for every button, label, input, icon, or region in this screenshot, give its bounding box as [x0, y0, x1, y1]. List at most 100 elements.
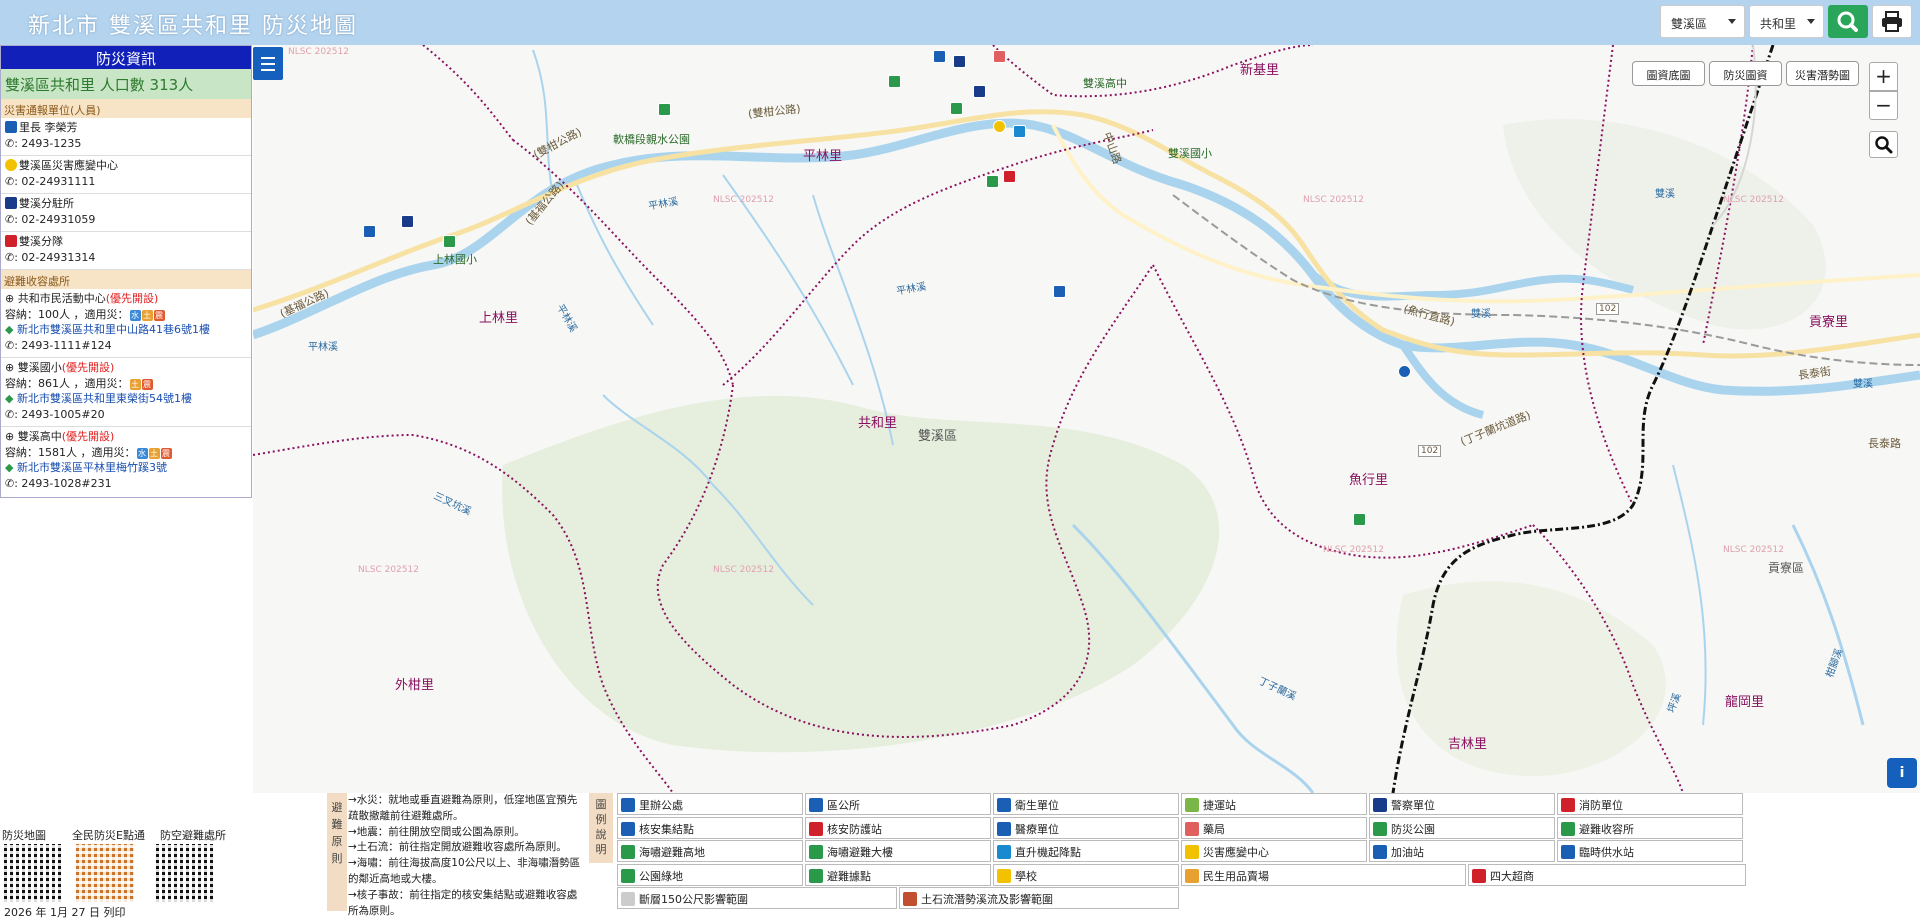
police-icon [5, 197, 17, 209]
print-date: 2026 年 1月 27 日 列印 [4, 906, 126, 919]
print-button[interactable] [1872, 5, 1912, 38]
village-label: 吉林里 [1448, 737, 1488, 752]
village-select[interactable]: 共和里 [1749, 5, 1824, 38]
district-office-icon[interactable] [933, 50, 946, 63]
shelter-icon[interactable] [1353, 513, 1366, 526]
contact-phone: : 2493-1235 [14, 137, 82, 150]
shelter-capacity: 容納：100人 ，適用災： [5, 307, 129, 321]
menu-icon [261, 63, 275, 65]
legend-item: 核安集結點 [617, 816, 803, 839]
layer-disaster-button[interactable]: 防災圖資 [1709, 61, 1782, 86]
legend-tab: 圖 例 說 明 [589, 793, 613, 863]
qr-code-image[interactable] [76, 844, 134, 902]
rules-tab: 避 難 原 則 [327, 793, 347, 911]
legend-icon [1561, 821, 1575, 836]
zoom-in-button[interactable]: + [1869, 62, 1898, 91]
emergency-center-icon[interactable] [993, 120, 1006, 133]
legend-item: 加油站 [1369, 840, 1555, 862]
pharmacy-icon[interactable] [993, 50, 1006, 63]
rule-item: →地震：前往開放空間或公園為原則。 [348, 825, 525, 838]
police-icon[interactable] [953, 55, 966, 68]
legend-label: 土石流潛勢溪流及影響範圍 [921, 893, 1053, 906]
village-office-icon[interactable] [363, 225, 376, 238]
map-canvas[interactable]: 新基里 平林里 上林里 共和里 魚行里 貢寮里 外柑里 吉林里 龍岡里 貢寮區 … [253, 45, 1920, 793]
map-pin-icon: ◆ [5, 392, 14, 405]
legend-icon [997, 798, 1011, 812]
shelter-address-link[interactable]: 新北市雙溪區共和里東榮街54號1樓 [17, 392, 192, 405]
shelter-name: 共和市民活動中心 [17, 292, 106, 305]
phone-icon: ✆ [5, 476, 15, 490]
layer-hazard-button[interactable]: 災害潛勢圖 [1786, 61, 1859, 86]
district-select[interactable]: 雙溪區 [1660, 5, 1745, 38]
legend-item: 臨時供水站 [1557, 840, 1743, 862]
shelter-name: 雙溪國小 [17, 361, 62, 374]
legend-icon [1185, 868, 1199, 883]
gas-station-icon[interactable] [1398, 365, 1411, 378]
legend-label: 警察單位 [1391, 799, 1435, 812]
info-button[interactable]: i [1887, 758, 1917, 788]
legend-item: 四大超商 [1468, 863, 1746, 886]
menu-button[interactable] [253, 47, 283, 80]
legend-icon [997, 868, 1011, 883]
search-button[interactable] [1828, 5, 1868, 38]
legend-item: 警察單位 [1369, 793, 1555, 815]
watermark: NLSC 202512 [1723, 545, 1784, 555]
population-summary: 雙溪區共和里 人口數 313人 [1, 69, 251, 99]
legend-label: 民生用品賣場 [1203, 869, 1269, 883]
tag-earthquake: 震 [153, 309, 165, 321]
legend-item: 衛生單位 [993, 793, 1179, 815]
legend-item: 土石流潛勢溪流及影響範圍 [899, 887, 1179, 909]
fire-station-icon[interactable] [1003, 170, 1016, 183]
legend-icon [621, 868, 635, 883]
shelter-icon[interactable] [443, 235, 456, 248]
legend-label: 區公所 [827, 799, 860, 812]
map-search-button[interactable] [1869, 131, 1898, 158]
rule-item: →海嘯：前往海拔高度10公尺以上、非海嘯潛勢區的鄰近高地或大樓。 [348, 857, 581, 885]
legend-label: 加油站 [1391, 846, 1424, 859]
legend-label: 直升機起降點 [1015, 846, 1081, 859]
police-icon[interactable] [973, 85, 986, 98]
route-shield: 102 [1418, 445, 1442, 457]
legend-label: 藥局 [1203, 822, 1225, 836]
map-pin-icon: ◆ [5, 461, 14, 474]
legend-item: 直升機起降點 [993, 840, 1179, 862]
zoom-out-button[interactable]: − [1869, 91, 1898, 120]
fire-station-icon [5, 235, 17, 247]
shelter-address-link[interactable]: 新北市雙溪區共和里中山路41巷6號1樓 [17, 323, 210, 336]
helipad-icon[interactable] [1013, 125, 1026, 138]
shelter-icon[interactable] [658, 103, 671, 116]
village-office-icon[interactable] [1053, 285, 1066, 298]
shelter-address-link[interactable]: 新北市雙溪區平林里梅竹蹊3號 [17, 461, 167, 474]
shelter-icon[interactable] [888, 75, 901, 88]
shelter-phone: : 2493-1005#20 [14, 407, 105, 421]
legend-label: 里辦公處 [639, 799, 683, 812]
page-title: 新北市 雙溪區共和里 防災地圖 [28, 14, 358, 39]
legend-item: 里辦公處 [617, 793, 803, 815]
legend-item: 民生用品賣場 [1181, 863, 1466, 886]
village-label: 共和里 [858, 416, 898, 431]
qr-section: 防災地圖 全民防災E點通 防空避難處所 [0, 820, 330, 917]
phone-icon: ✆ [5, 175, 15, 188]
village-label: 魚行里 [1349, 473, 1389, 488]
shelter-icon[interactable] [986, 175, 999, 188]
legend-icon [809, 868, 823, 883]
phone-icon: ✆ [5, 338, 15, 352]
shelter-icon[interactable] [950, 102, 963, 115]
contact-name: 雙溪區災害應變中心 [19, 159, 118, 172]
legend-item: 公園綠地 [617, 863, 803, 886]
legend-label: 核安防護站 [827, 822, 882, 836]
qr-code-image[interactable] [156, 844, 214, 902]
shelter-priority: (優先開設) [61, 430, 115, 443]
shelter-item: ⊕ 雙溪國小(優先開設) 容納：861人 ，適用災：土震 ◆ 新北市雙溪區共和里… [1, 358, 251, 427]
qr-code-image[interactable] [4, 844, 62, 902]
map-pin-icon: ◆ [5, 323, 14, 336]
shelter-capacity: 容納：1581人 ，適用災： [5, 445, 136, 459]
legend-icon [997, 845, 1011, 859]
contact-phone: : 02-24931111 [14, 175, 96, 188]
legend-label: 避難收容所 [1579, 822, 1634, 836]
layer-basemap-button[interactable]: 圖資底圖 [1632, 61, 1705, 86]
legend-icon [1373, 845, 1387, 859]
contact-phone: : 02-24931314 [14, 251, 96, 264]
police-icon[interactable] [401, 215, 414, 228]
shelter-name: 雙溪高中 [17, 430, 62, 443]
